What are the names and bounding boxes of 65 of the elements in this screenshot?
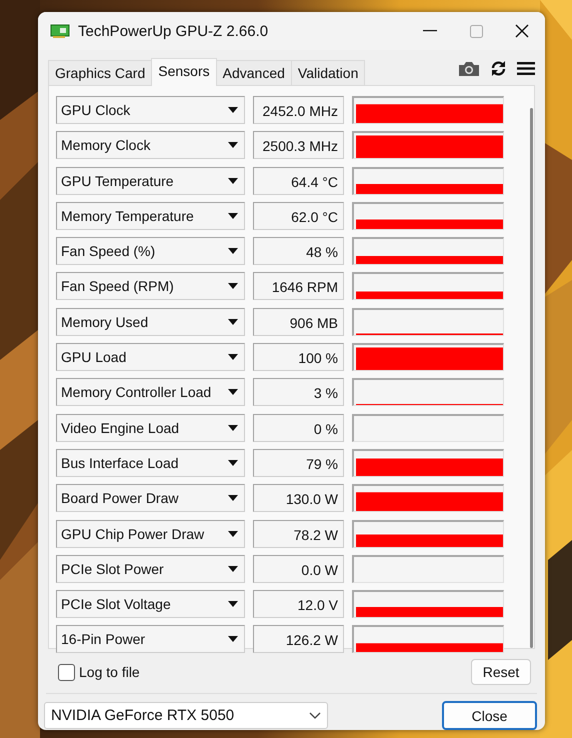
- sensor-dropdown[interactable]: Fan Speed (RPM): [56, 272, 245, 300]
- sensor-dropdown[interactable]: PCIe Slot Voltage: [56, 590, 245, 618]
- tab[interactable]: Advanced: [216, 60, 292, 85]
- sensor-value: 0 %: [253, 414, 344, 442]
- close-button[interactable]: Close: [442, 701, 537, 730]
- caret-icon: [228, 460, 238, 466]
- tab[interactable]: Validation: [290, 60, 366, 85]
- caret-icon: [228, 212, 238, 219]
- sensor-value: 79 %: [253, 448, 344, 477]
- sensor-dropdown[interactable]: 16-Pin Power: [56, 625, 245, 654]
- sensor-value: 100 %: [253, 343, 344, 372]
- sensor-dropdown[interactable]: Memory Temperature: [56, 202, 245, 230]
- sensor-dropdown[interactable]: GPU Clock: [56, 96, 245, 124]
- sensor-value: 2500.3 MHz: [253, 131, 344, 160]
- sensor-value: 126.2 W: [253, 625, 344, 654]
- sensor-dropdown[interactable]: GPU Load: [56, 343, 245, 372]
- sensor-dropdown[interactable]: Memory Controller Load: [56, 378, 245, 406]
- sensor-value: 130.0 W: [253, 484, 344, 512]
- tab[interactable]: Graphics Card: [48, 60, 152, 85]
- window-title: TechPowerUp GPU-Z 2.66.0: [78, 22, 270, 40]
- sensor-dropdown[interactable]: Video Engine Load: [56, 414, 245, 442]
- caret-icon: [228, 248, 238, 254]
- caret-icon: [228, 424, 238, 431]
- sensor-dropdown[interactable]: Board Power Draw: [56, 484, 245, 512]
- sensor-value: 62.0 °C: [253, 202, 344, 230]
- sensor-dropdown[interactable]: Bus Interface Load: [56, 448, 245, 477]
- menu-icon[interactable]: [517, 61, 535, 76]
- caret-icon: [228, 283, 238, 290]
- chevron-icon: [309, 712, 321, 719]
- sensor-value: 64.4 °C: [253, 166, 344, 195]
- caret-icon: [228, 495, 238, 502]
- sensor-dropdown[interactable]: Memory Used: [56, 308, 245, 336]
- caret-icon: [228, 601, 238, 608]
- graphics-card-icon: [50, 23, 70, 39]
- caret-icon: [228, 318, 238, 325]
- scrollbar[interactable]: [530, 108, 533, 648]
- sensor-dropdown[interactable]: Fan Speed (%): [56, 237, 245, 266]
- sensor-value: 906 MB: [253, 308, 344, 336]
- caret-icon: [228, 636, 238, 642]
- log-checkbox[interactable]: Log to file: [58, 664, 140, 680]
- sensor-value: 48 %: [253, 237, 344, 266]
- sensor-value: 12.0 V: [253, 590, 344, 618]
- device-dropdown[interactable]: NVIDIA GeForce RTX 5050: [44, 702, 328, 729]
- sensor-value: 0.0 W: [253, 554, 344, 583]
- caret-icon: [228, 530, 238, 537]
- caret-icon: [228, 107, 238, 113]
- minimize-icon[interactable]: [423, 30, 437, 32]
- tab[interactable]: Sensors: [151, 58, 217, 86]
- sensor-dropdown[interactable]: GPU Temperature: [56, 166, 245, 195]
- sensor-dropdown[interactable]: PCIe Slot Power: [56, 554, 245, 583]
- sensor-dropdown[interactable]: GPU Chip Power Draw: [56, 520, 245, 548]
- refresh-icon[interactable]: [490, 60, 507, 77]
- caret-icon: [228, 389, 238, 396]
- sensor-value: 2452.0 MHz: [253, 96, 344, 124]
- camera-icon[interactable]: [458, 60, 480, 76]
- caret-icon: [228, 566, 238, 572]
- reset-button[interactable]: Reset: [471, 659, 531, 685]
- caret-icon: [228, 354, 238, 360]
- caret-icon: [228, 142, 238, 148]
- sensor-dropdown[interactable]: Memory Clock: [56, 131, 245, 160]
- close-icon[interactable]: [515, 24, 529, 38]
- sensor-value: 1646 RPM: [253, 272, 344, 300]
- caret-icon: [228, 178, 238, 184]
- sensor-value: 78.2 W: [253, 520, 344, 548]
- sensor-value: 3 %: [253, 378, 344, 406]
